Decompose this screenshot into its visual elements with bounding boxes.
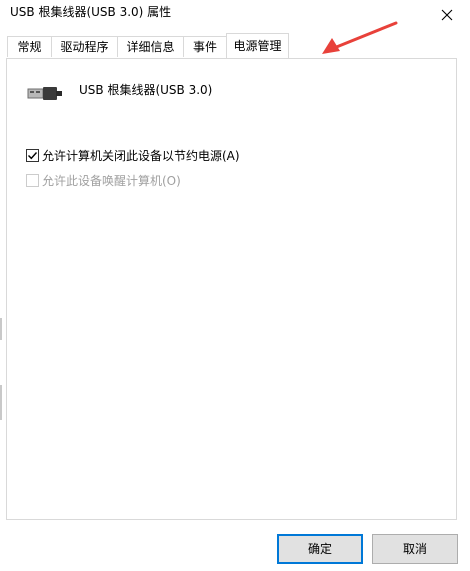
close-icon [441,9,453,21]
close-button[interactable] [424,0,470,30]
tab-general[interactable]: 常规 [7,36,52,57]
tab-driver-label: 驱动程序 [60,40,109,54]
allow-power-off-checkbox[interactable] [26,149,39,162]
device-name: USB 根集线器(USB 3.0) [79,83,213,97]
allow-wake-label: 允许此设备唤醒计算机(O) [42,174,181,188]
window-title: USB 根集线器(USB 3.0) 属性 [10,5,172,19]
properties-dialog: USB 根集线器(USB 3.0) 属性 常规 驱动程序 详细信息 事件 电源管… [0,0,470,571]
allow-power-off-option[interactable]: 允许计算机关闭此设备以节约电源(A) [26,147,240,164]
allow-wake-checkbox [26,174,39,187]
tab-power-management-label: 电源管理 [233,39,282,53]
allow-power-off-label: 允许计算机关闭此设备以节约电源(A) [42,149,240,163]
tab-details[interactable]: 详细信息 [117,36,184,57]
tab-driver[interactable]: 驱动程序 [51,36,118,57]
power-management-panel: USB 根集线器(USB 3.0) 允许计算机关闭此设备以节约电源(A) 允许此… [6,58,457,520]
title-bar[interactable]: USB 根集线器(USB 3.0) 属性 [0,0,470,30]
tab-power-management[interactable]: 电源管理 [226,33,289,58]
allow-wake-option: 允许此设备唤醒计算机(O) [26,172,181,189]
checkmark-icon [28,152,38,160]
annotation-arrow-icon [322,21,398,54]
tab-general-label: 常规 [17,40,42,54]
cancel-button[interactable]: 取消 [372,534,458,564]
tab-events[interactable]: 事件 [183,36,227,57]
background-window-edge [0,0,2,571]
tab-details-label: 详细信息 [126,40,175,54]
tab-events-label: 事件 [192,40,217,54]
ok-button[interactable]: 确定 [277,534,363,564]
usb-connector-icon [27,87,62,100]
